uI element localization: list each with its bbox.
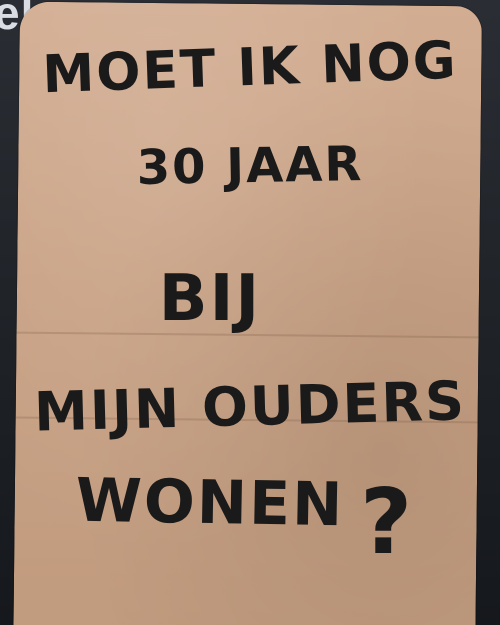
sign-line-4: MIJN OUDERS [33,369,467,444]
question-mark: ? [360,470,413,575]
sign-line-3: BIJ [158,262,262,336]
sign-line-2: 30 JAAR [136,136,364,196]
